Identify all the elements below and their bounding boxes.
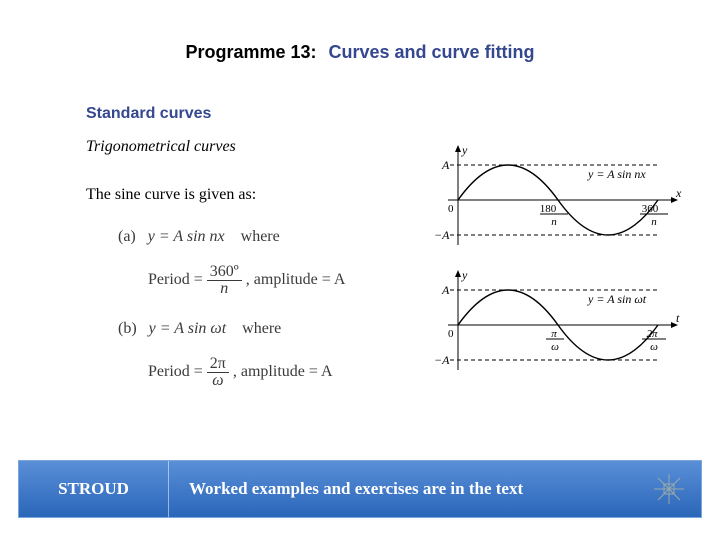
graph1-eq: y = A sin nx: [587, 167, 646, 181]
axis-y: y: [461, 268, 468, 282]
amplitude-b: , amplitude = A: [233, 363, 333, 380]
eq-a: y = A sin nx: [148, 228, 229, 245]
tick2-den: ω: [650, 341, 658, 353]
axis-x: x: [675, 186, 682, 200]
footer-text: Worked examples and exercises are in the…: [169, 479, 701, 499]
graph2-eq: y = A sin ωt: [587, 292, 647, 306]
period-label-b: Period =: [148, 363, 203, 380]
tick2-num: 360: [642, 203, 659, 215]
axis-y: y: [461, 143, 468, 157]
equation-b-period: Period = 2π ω , amplitude = A: [148, 356, 333, 389]
footer-brand: STROUD: [19, 461, 169, 517]
equation-a-period: Period = 360º n , amplitude = A: [148, 264, 345, 297]
tick1-num: 180: [540, 203, 557, 215]
tick1-num: π: [551, 328, 557, 340]
programme-label: Programme 13:: [185, 42, 316, 62]
label-negA: −A: [434, 228, 450, 242]
sine-graph-nx: y x A −A 0 180 n 360 n y = A sin nx: [428, 140, 688, 255]
intro-text: The sine curve is given as:: [86, 186, 256, 204]
equation-a: (a) y = A sin nx where: [118, 228, 280, 246]
tick2-den: n: [651, 216, 657, 228]
starburst-icon: [652, 472, 686, 506]
footer-bar: STROUD Worked examples and exercises are…: [18, 460, 702, 518]
where-a: where: [241, 228, 280, 245]
amplitude-a: , amplitude = A: [246, 271, 346, 288]
label-A: A: [441, 283, 450, 297]
sine-graph-wt: y t A −A 0 π ω 2π ω y = A sin ωt: [428, 265, 688, 380]
section-heading: Standard curves: [86, 105, 211, 123]
tick2-num: 2π: [646, 328, 658, 340]
where-b: where: [242, 320, 281, 337]
label-a: (a): [118, 228, 136, 245]
label-A: A: [441, 158, 450, 172]
label-b: (b): [118, 320, 137, 337]
fraction-a: 360º n: [207, 264, 242, 297]
axis-x: t: [676, 311, 680, 325]
tick1-den: ω: [551, 341, 559, 353]
programme-title: Curves and curve fitting: [329, 42, 535, 62]
subsection-heading: Trigonometrical curves: [86, 138, 236, 156]
origin: 0: [448, 328, 454, 340]
tick1-den: n: [551, 216, 557, 228]
label-negA: −A: [434, 353, 450, 367]
slide-header: Programme 13: Curves and curve fitting: [0, 42, 720, 63]
origin: 0: [448, 203, 454, 215]
fraction-b: 2π ω: [207, 356, 229, 389]
equation-b: (b) y = A sin ωt where: [118, 320, 281, 338]
eq-b: y = A sin ωt: [149, 320, 231, 337]
period-label-a: Period =: [148, 271, 203, 288]
